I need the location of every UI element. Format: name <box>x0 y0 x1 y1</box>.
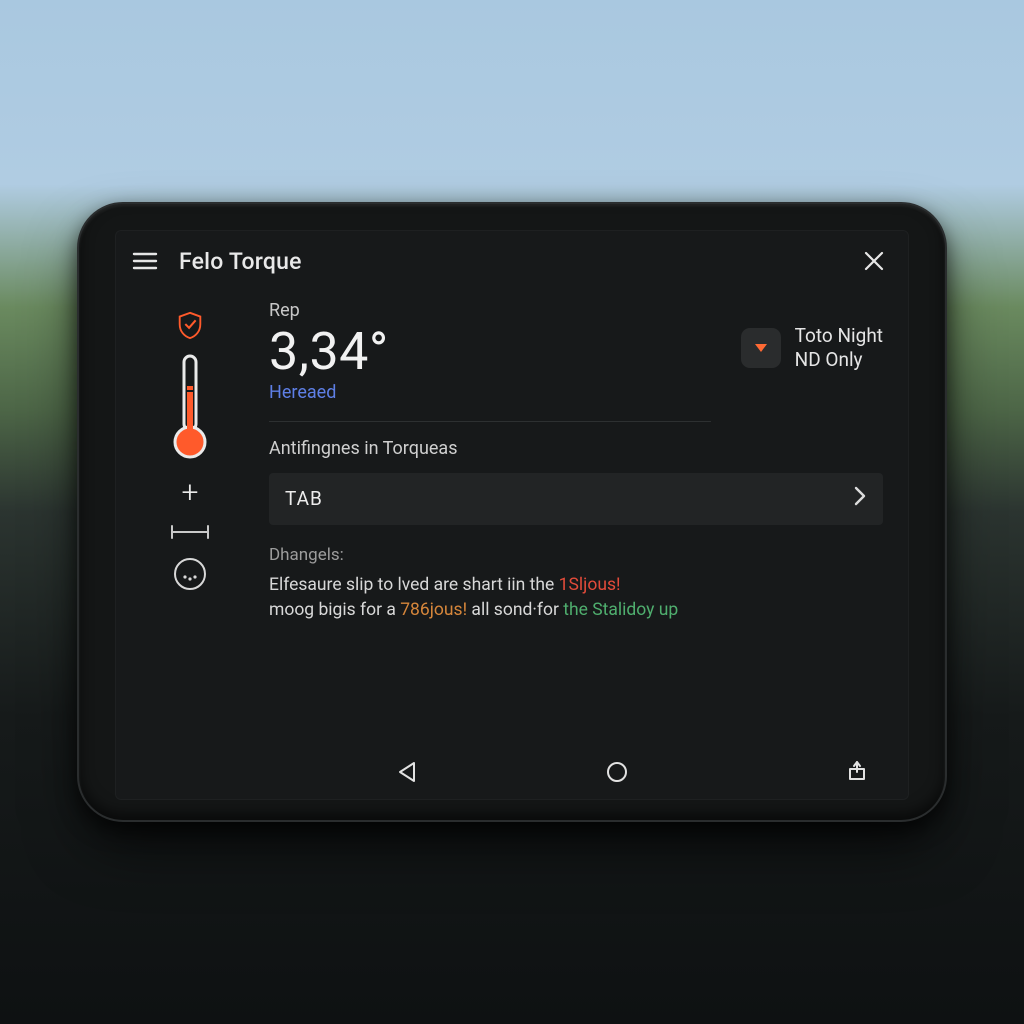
mode-block: Toto Night ND Only <box>741 324 883 372</box>
chevron-right-icon <box>853 485 867 512</box>
chevron-down-icon <box>753 341 769 355</box>
diag-green-1: the Stalidoy up <box>563 600 678 620</box>
diag-text-1: Elfesaure slip to lved are shart iin the <box>269 575 559 595</box>
mode-dropdown[interactable] <box>741 328 781 368</box>
divider <box>269 421 711 422</box>
share-icon <box>845 758 869 782</box>
reading-sublabel: Hereaed <box>269 382 741 403</box>
diag-red-1: 1Sljous! <box>559 575 621 595</box>
main-panel: Rep 3,34° Hereaed Toto Night ND Only <box>265 292 909 744</box>
reading-label: Rep <box>269 300 741 321</box>
tab-row[interactable]: TAB <box>269 473 883 525</box>
face-button[interactable] <box>160 556 220 592</box>
nav-back-button[interactable] <box>387 752 427 792</box>
diag-red-2: 786jous! <box>400 600 467 620</box>
reading-block: Rep 3,34° Hereaed <box>269 300 741 403</box>
diagnostics-label: Dhangels: <box>269 545 883 565</box>
shield-check-icon <box>175 310 205 344</box>
close-icon <box>863 250 885 272</box>
thermometer-icon <box>173 352 207 464</box>
system-navbar <box>115 744 909 800</box>
mode-line1: Toto Night <box>795 324 883 348</box>
section-label: Antifingnes in Torqueas <box>269 438 883 459</box>
adjust-control[interactable] <box>160 522 220 542</box>
nav-back-icon <box>396 760 418 784</box>
share-button[interactable] <box>839 752 875 788</box>
sidebar: + <box>115 292 265 744</box>
menu-button[interactable] <box>129 245 161 277</box>
diagnostics-body: Elfesaure slip to lved are shart iin the… <box>269 573 883 624</box>
menu-icon <box>132 251 158 271</box>
tab-label: TAB <box>285 487 323 510</box>
mode-text: Toto Night ND Only <box>795 324 883 372</box>
app-title: Felo Torque <box>179 248 302 275</box>
app-body: + <box>115 292 909 744</box>
tablet-frame: Felo Torque <box>77 202 947 822</box>
diag-text-3: all sond·for <box>467 600 563 620</box>
screen: Felo Torque <box>115 230 909 800</box>
close-button[interactable] <box>857 244 891 278</box>
app-header: Felo Torque <box>115 230 909 292</box>
diag-text-2: moog bigis for a <box>269 600 400 620</box>
nav-home-icon <box>605 760 629 784</box>
nav-home-button[interactable] <box>597 752 637 792</box>
plus-button[interactable]: + <box>182 478 199 508</box>
mode-line2: ND Only <box>795 348 883 372</box>
reading-value: 3,34° <box>269 325 741 380</box>
